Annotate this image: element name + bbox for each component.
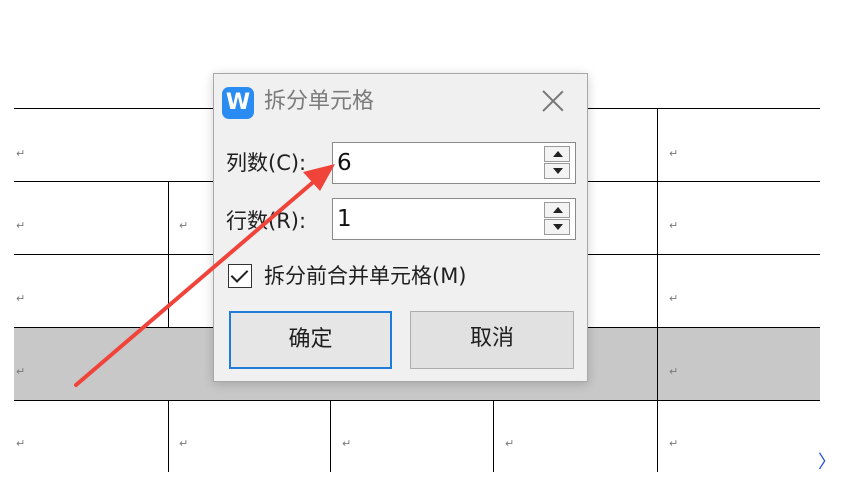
paragraph-mark: ↵ <box>669 147 679 160</box>
paragraph-mark: ↵ <box>669 292 679 305</box>
chevron-right-icon[interactable]: 〉 <box>818 454 836 472</box>
paragraph-mark: ↵ <box>16 219 26 232</box>
paragraph-mark: ↵ <box>669 365 679 378</box>
paragraph-mark: ↵ <box>342 437 352 450</box>
columns-input[interactable] <box>337 146 533 180</box>
paragraph-mark: ↵ <box>16 437 26 450</box>
wps-app-icon: W <box>222 87 254 119</box>
rows-decrement-button[interactable] <box>544 219 570 235</box>
close-icon[interactable] <box>540 88 566 114</box>
table-border <box>168 400 169 472</box>
table-border <box>168 181 169 327</box>
columns-increment-button[interactable] <box>544 146 570 162</box>
rows-increment-button[interactable] <box>544 202 570 218</box>
paragraph-mark: ↵ <box>505 437 515 450</box>
cancel-button[interactable]: 取消 <box>410 311 574 369</box>
paragraph-mark: ↵ <box>669 437 679 450</box>
paragraph-mark: ↵ <box>179 437 189 450</box>
paragraph-mark: ↵ <box>16 365 26 378</box>
ok-button[interactable]: 确定 <box>229 311 392 369</box>
paragraph-mark: ↵ <box>16 292 26 305</box>
table-border <box>657 108 658 472</box>
columns-stepper[interactable] <box>332 142 576 184</box>
merge-before-split-label[interactable]: 拆分前合并单元格(M) <box>264 262 467 290</box>
paragraph-mark: ↵ <box>669 219 679 232</box>
split-cells-dialog: W 拆分单元格 列数(C): 行数(R): 拆分前合并单元格(M) 确定 取消 <box>213 73 588 382</box>
rows-stepper[interactable] <box>332 198 576 240</box>
dialog-titlebar[interactable]: W 拆分单元格 <box>214 74 587 128</box>
paragraph-mark: ↵ <box>179 219 189 232</box>
table-border <box>493 400 494 472</box>
paragraph-mark: ↵ <box>16 147 26 160</box>
dialog-title: 拆分单元格 <box>264 89 375 114</box>
columns-label: 列数(C): <box>226 151 307 175</box>
table-border <box>14 400 820 401</box>
columns-decrement-button[interactable] <box>544 163 570 179</box>
rows-input[interactable] <box>337 202 533 236</box>
checkmark-icon <box>230 265 249 283</box>
table-border <box>330 400 331 472</box>
merge-before-split-checkbox[interactable] <box>228 264 252 288</box>
rows-label: 行数(R): <box>226 209 307 233</box>
